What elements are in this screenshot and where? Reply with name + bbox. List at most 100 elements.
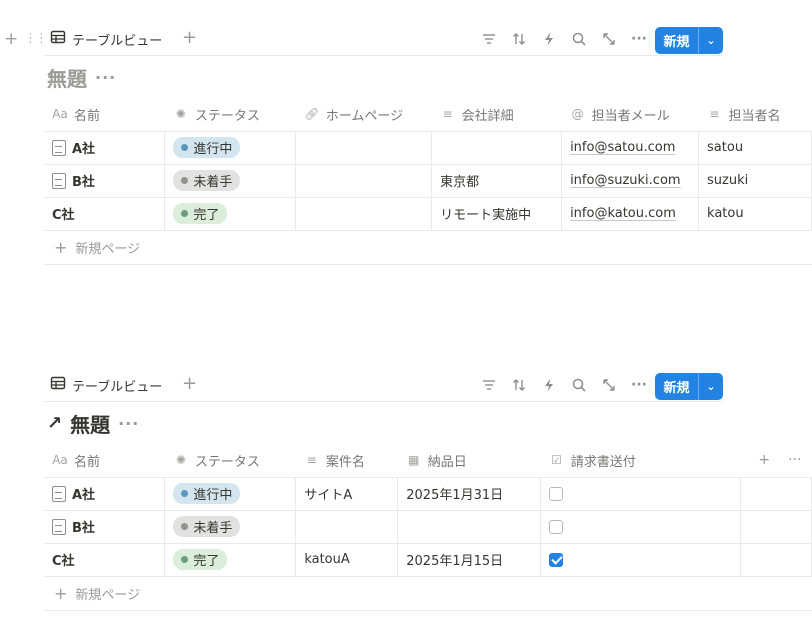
table-row[interactable]: A社 進行中 info@satou.com satou: [44, 131, 812, 165]
drag-handle-icon[interactable]: ⋮⋮: [24, 31, 48, 47]
add-view-icon[interactable]: +: [182, 373, 198, 395]
column-header-name[interactable]: Aa 名前: [44, 98, 165, 132]
search-icon[interactable]: [568, 374, 590, 396]
chevron-down-icon[interactable]: ⌄: [699, 373, 723, 400]
cell-invoice[interactable]: [540, 477, 741, 511]
add-property-icon[interactable]: +: [758, 452, 770, 468]
linked-arrow-icon: ↗: [47, 412, 63, 434]
status-icon: ✺: [175, 107, 186, 122]
database-block-1: テーブルビュー + ··· 新規 ⌄ 無題 ··· Aa 名前 ✺ ステータス 🔗︎…: [44, 22, 812, 265]
sort-icon[interactable]: [508, 374, 530, 396]
cell-name[interactable]: A社: [44, 131, 166, 165]
new-button[interactable]: 新規 ⌄: [655, 373, 723, 400]
tab-table-view[interactable]: テーブルビュー: [50, 374, 162, 396]
invoice-checkbox[interactable]: [549, 486, 564, 501]
cell-name[interactable]: C社: [44, 197, 166, 231]
cell-details[interactable]: [431, 131, 563, 165]
cell-status[interactable]: 未着手: [164, 510, 297, 544]
title-more-icon[interactable]: ···: [118, 414, 139, 433]
chevron-down-icon[interactable]: ⌄: [699, 27, 723, 54]
column-header-email[interactable]: @ 担当者メール: [561, 98, 699, 132]
cell-invoice[interactable]: [540, 510, 741, 544]
cell-name[interactable]: A社: [44, 477, 166, 511]
new-page-row[interactable]: + 新規ページ: [44, 577, 812, 611]
column-header-name[interactable]: Aa 名前: [44, 444, 165, 478]
table-row[interactable]: B社 未着手 東京都 info@suzuki.com suzuki: [44, 164, 812, 198]
cell-project[interactable]: [295, 510, 399, 544]
status-badge: 進行中: [173, 483, 241, 504]
cell-status[interactable]: 進行中: [164, 131, 297, 165]
cell-status[interactable]: 未着手: [164, 164, 297, 198]
new-page-label: 新規ページ: [75, 587, 141, 603]
text-lines-icon: ≡: [442, 107, 453, 122]
column-header-project[interactable]: ≡ 案件名: [295, 444, 398, 478]
cell-name[interactable]: B社: [44, 164, 166, 198]
page-title[interactable]: 無題: [70, 409, 110, 438]
cell-project[interactable]: サイトA: [295, 477, 399, 511]
table-row[interactable]: C社 完了 katouA 2025年1月15日: [44, 543, 812, 577]
cell-homepage[interactable]: [295, 164, 433, 198]
cell-email[interactable]: info@satou.com: [561, 131, 700, 165]
cell-status[interactable]: 完了: [164, 543, 297, 577]
table-row[interactable]: A社 進行中 サイトA 2025年1月31日: [44, 477, 812, 511]
expand-icon[interactable]: [598, 28, 620, 50]
new-page-row[interactable]: + 新規ページ: [44, 231, 812, 265]
page-icon: [52, 485, 66, 502]
cell-delivery[interactable]: [397, 510, 542, 544]
plus-icon: +: [54, 237, 68, 257]
cell-contact[interactable]: satou: [698, 131, 812, 165]
more-options-icon[interactable]: ···: [628, 374, 650, 396]
sort-icon[interactable]: [508, 28, 530, 50]
cell-delivery[interactable]: 2025年1月15日: [397, 543, 542, 577]
cell-name[interactable]: B社: [44, 510, 166, 544]
filter-icon[interactable]: [478, 374, 500, 396]
automation-bolt-icon[interactable]: [538, 374, 560, 396]
title-more-icon[interactable]: ···: [95, 68, 116, 87]
cell-homepage[interactable]: [295, 197, 433, 231]
column-header-details[interactable]: ≡ 会社詳細: [431, 98, 562, 132]
text-lines-icon: ≡: [709, 107, 720, 122]
filter-icon[interactable]: [478, 28, 500, 50]
cell-homepage[interactable]: [295, 131, 433, 165]
cell-status[interactable]: 進行中: [164, 477, 297, 511]
column-header-status[interactable]: ✺ ステータス: [164, 98, 296, 132]
cell-project[interactable]: katouA: [295, 543, 399, 577]
tab-label: テーブルビュー: [72, 33, 163, 49]
column-header-delivery[interactable]: ▦ 納品日: [397, 444, 541, 478]
column-header-status[interactable]: ✺ ステータス: [164, 444, 296, 478]
view-toolbar: テーブルビュー + ··· 新規 ⌄: [44, 22, 723, 56]
new-button[interactable]: 新規 ⌄: [655, 27, 723, 54]
at-icon: @: [571, 107, 584, 122]
table-row[interactable]: B社 未着手: [44, 510, 812, 544]
expand-icon[interactable]: [598, 374, 620, 396]
new-button-label: 新規: [655, 373, 699, 400]
cell-empty: [739, 543, 812, 577]
cell-email[interactable]: info@katou.com: [561, 197, 700, 231]
add-block-icon[interactable]: +: [4, 31, 18, 48]
search-icon[interactable]: [568, 28, 590, 50]
automation-bolt-icon[interactable]: [538, 28, 560, 50]
cell-status[interactable]: 完了: [164, 197, 297, 231]
cell-details[interactable]: リモート実施中: [431, 197, 563, 231]
more-options-icon[interactable]: ···: [628, 28, 650, 50]
column-header-contact[interactable]: ≡ 担当者名: [698, 98, 812, 132]
invoice-checkbox[interactable]: [549, 519, 564, 534]
cell-contact[interactable]: suzuki: [698, 164, 812, 198]
cell-invoice[interactable]: [540, 543, 741, 577]
cell-delivery[interactable]: 2025年1月31日: [397, 477, 542, 511]
cell-contact[interactable]: katou: [698, 197, 812, 231]
cell-details[interactable]: 東京都: [431, 164, 563, 198]
more-options-icon[interactable]: ···: [788, 452, 801, 468]
cell-name[interactable]: C社: [44, 543, 166, 577]
tab-table-view[interactable]: テーブルビュー: [50, 28, 162, 50]
page-icon: [52, 518, 66, 535]
add-view-icon[interactable]: +: [182, 27, 198, 49]
table-row[interactable]: C社 完了 リモート実施中 info@katou.com katou: [44, 197, 812, 231]
database-table: Aa 名前 ✺ ステータス ≡ 案件名 ▦ 納品日 ☑ 請求書送付 + ··· A社 進行中…: [44, 444, 812, 577]
column-header-homepage[interactable]: 🔗︎ ホームページ: [295, 98, 432, 132]
cell-email[interactable]: info@suzuki.com: [561, 164, 700, 198]
invoice-checkbox-checked[interactable]: [549, 552, 564, 567]
status-badge: 未着手: [173, 516, 241, 537]
column-header-invoice[interactable]: ☑ 請求書送付: [540, 444, 741, 478]
page-title[interactable]: 無題: [47, 63, 87, 92]
